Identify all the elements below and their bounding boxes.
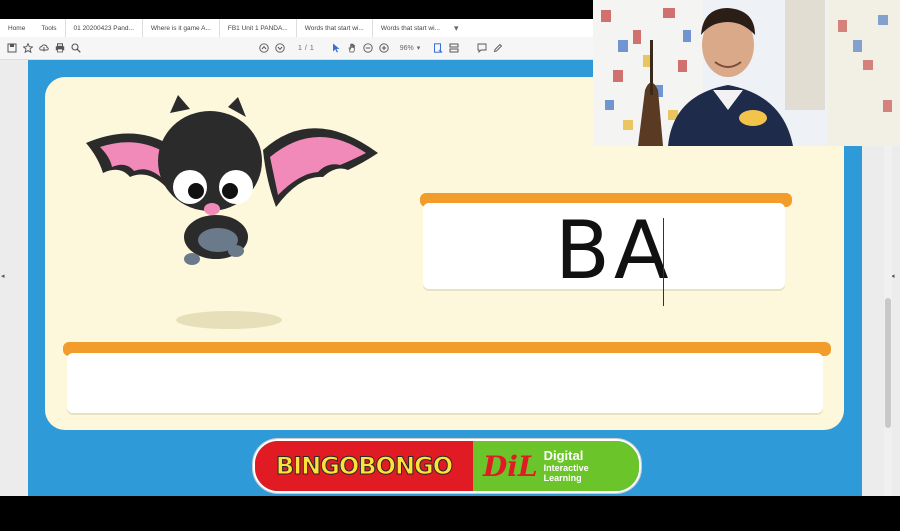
zoom-in-icon[interactable] xyxy=(376,40,392,56)
bat-illustration xyxy=(86,95,378,265)
dil-logo-line-3: Learning xyxy=(543,473,582,483)
page-number-total: 1 xyxy=(309,44,314,52)
page-fit-icon[interactable] xyxy=(430,40,446,56)
save-icon[interactable] xyxy=(4,40,20,56)
bat-nose xyxy=(204,203,220,215)
dil-logo: DiL Digital Interactive Learning xyxy=(473,441,639,491)
answer-text: BA xyxy=(555,204,673,297)
select-cursor-icon[interactable] xyxy=(328,40,344,56)
pen-icon[interactable] xyxy=(490,40,506,56)
tab-document-1[interactable]: 01 20200423 Pand... xyxy=(64,19,142,37)
tab-home[interactable]: Home xyxy=(0,19,33,37)
tab-dropdown-icon[interactable]: ▾ xyxy=(448,23,465,34)
tab-strip: Home Tools 01 20200423 Pand... Where is … xyxy=(0,19,600,37)
webcam-video-frame xyxy=(593,0,900,146)
bat-shadow xyxy=(176,311,282,329)
dil-logo-line-2: Interactive xyxy=(543,463,589,473)
left-panel-toggle-icon[interactable]: ◂ xyxy=(1,272,5,280)
tab-tools[interactable]: Tools xyxy=(33,19,64,37)
page-number-current[interactable]: 1 xyxy=(298,45,302,52)
sentence-box xyxy=(63,342,831,416)
sentence-box-field[interactable] xyxy=(67,353,823,413)
bingobongo-logo-text: BINGOBONGO xyxy=(255,441,473,491)
tab-document-2[interactable]: Where is it game A... xyxy=(141,19,219,37)
dil-logo-line-1: Digital xyxy=(543,448,584,463)
print-icon[interactable] xyxy=(52,40,68,56)
bookmark-star-icon[interactable] xyxy=(20,40,36,56)
tab-document-5[interactable]: Words that start wi... xyxy=(371,19,448,37)
comment-icon[interactable] xyxy=(474,40,490,56)
zoom-level[interactable]: 96% xyxy=(400,45,414,52)
previous-page-icon[interactable] xyxy=(256,40,272,56)
zoom-dropdown-icon[interactable]: ▾ xyxy=(417,44,421,52)
webcam-overlay xyxy=(593,0,900,146)
search-icon[interactable] xyxy=(68,40,84,56)
bingobongo-dil-logo: BINGOBONGO DiL Digital Interactive Learn… xyxy=(253,439,641,493)
tab-document-3[interactable]: FB1 Unit 1 PANDA... xyxy=(218,19,296,37)
scrollbar-thumb[interactable] xyxy=(885,298,891,428)
text-cursor xyxy=(663,218,664,306)
upload-cloud-icon[interactable] xyxy=(36,40,52,56)
right-wing xyxy=(263,128,378,207)
hand-tool-icon[interactable] xyxy=(344,40,360,56)
page-number-separator: / xyxy=(304,44,307,52)
scroll-mode-icon[interactable] xyxy=(446,40,462,56)
tab-document-4[interactable]: Words that start wi... xyxy=(295,19,372,37)
window-bottom-bar xyxy=(0,496,900,531)
dil-logo-caption: Digital Interactive Learning xyxy=(543,448,589,484)
dil-logo-mark: DiL xyxy=(483,449,538,483)
next-page-icon[interactable] xyxy=(272,40,288,56)
zoom-out-icon[interactable] xyxy=(360,40,376,56)
